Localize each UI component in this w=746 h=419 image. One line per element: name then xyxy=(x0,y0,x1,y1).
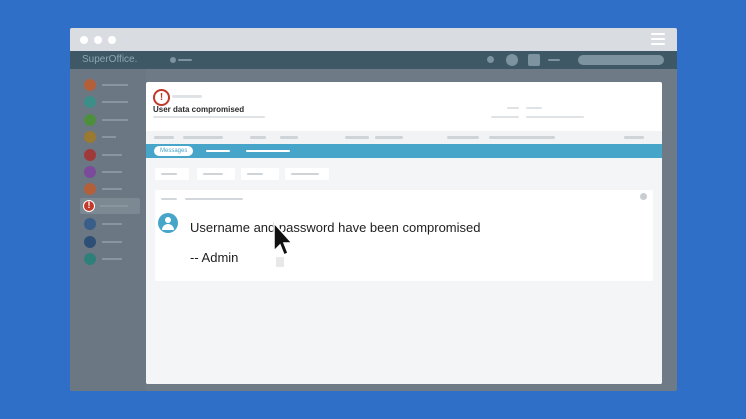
strip-item xyxy=(489,136,555,139)
sidebar xyxy=(70,69,146,391)
search-bar[interactable] xyxy=(578,55,664,65)
filter-chip[interactable] xyxy=(197,168,235,180)
header-avatar[interactable] xyxy=(506,54,518,66)
app-header: SuperOffice. xyxy=(70,51,677,69)
window-dot[interactable] xyxy=(80,36,88,44)
strip-item xyxy=(183,136,223,139)
strip-item xyxy=(345,136,369,139)
card-meta xyxy=(185,198,243,200)
close-icon[interactable] xyxy=(640,193,647,200)
header-button[interactable] xyxy=(528,54,540,66)
nav-placeholder xyxy=(178,59,192,61)
browser-chrome xyxy=(70,28,677,51)
mouse-pointer-icon xyxy=(273,221,294,267)
content-area: Username and password have been compromi… xyxy=(146,158,662,384)
meta-placeholder xyxy=(526,107,542,109)
window-dot[interactable] xyxy=(108,36,116,44)
message-signature: -- Admin xyxy=(190,250,239,265)
exclamation-circle-icon: ! xyxy=(153,89,170,106)
tab-messages[interactable]: Messages xyxy=(154,146,194,156)
strip-item xyxy=(375,136,403,139)
subhead-placeholder xyxy=(172,95,202,98)
meta-placeholder xyxy=(526,116,584,118)
sidebar-item-alert[interactable] xyxy=(80,198,140,214)
strip-item xyxy=(280,136,298,139)
header-icon[interactable] xyxy=(487,56,494,63)
nav-dot xyxy=(170,57,176,63)
filter-chip[interactable] xyxy=(241,168,279,180)
strip-item xyxy=(447,136,479,139)
filter-chip[interactable] xyxy=(285,168,329,180)
strip-item xyxy=(154,136,174,139)
tab-placeholder[interactable] xyxy=(246,150,290,152)
app-logo: SuperOffice. xyxy=(82,54,138,65)
meta-placeholder xyxy=(491,116,519,118)
panel-title: User data compromised xyxy=(153,105,245,114)
info-strip xyxy=(146,131,662,144)
filter-chip[interactable] xyxy=(155,168,189,180)
tab-placeholder[interactable] xyxy=(206,150,230,152)
tab-bar: Messages xyxy=(146,144,662,158)
ticket-panel: ! User data compromised Messages Usernam… xyxy=(146,82,662,384)
window-dot[interactable] xyxy=(94,36,102,44)
alert-icon xyxy=(83,200,95,212)
strip-item xyxy=(250,136,266,139)
message-card: Username and password have been compromi… xyxy=(155,190,653,281)
strip-item xyxy=(624,136,644,139)
header-placeholder xyxy=(548,59,560,61)
subtitle-placeholder xyxy=(153,116,265,118)
card-meta xyxy=(161,198,177,200)
user-avatar-icon xyxy=(158,213,178,233)
hamburger-menu-icon[interactable] xyxy=(651,33,665,46)
message-text: Username and password have been compromi… xyxy=(190,220,481,235)
meta-placeholder xyxy=(507,107,519,109)
